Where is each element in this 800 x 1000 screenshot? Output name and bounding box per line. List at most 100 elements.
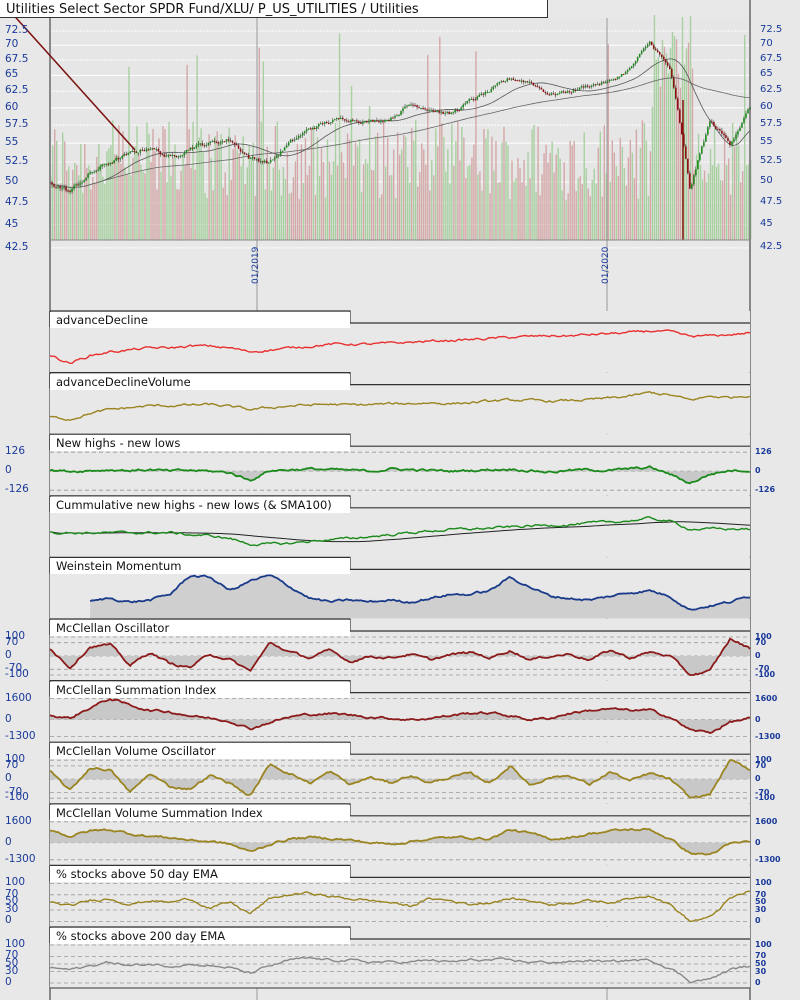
volume-bar bbox=[394, 197, 397, 240]
volume-bar bbox=[216, 131, 218, 240]
volume-bar bbox=[483, 129, 485, 240]
price-axis-label-left: 47.5 bbox=[5, 195, 29, 208]
volume-bar bbox=[116, 154, 118, 240]
volume-bar bbox=[132, 157, 134, 240]
candle-body bbox=[697, 160, 699, 170]
volume-bar bbox=[637, 198, 640, 240]
candle-body bbox=[95, 170, 97, 172]
newHighsNewLows-axis-left: 0 bbox=[5, 464, 12, 477]
candle-body bbox=[241, 151, 244, 153]
candle-body bbox=[442, 111, 444, 114]
volume-bar bbox=[463, 137, 465, 240]
volume-bar bbox=[465, 178, 467, 240]
volume-bar bbox=[423, 149, 425, 240]
candle-body bbox=[496, 83, 499, 86]
candle-body bbox=[67, 190, 69, 192]
volume-bar bbox=[661, 39, 664, 240]
volume-bar bbox=[330, 174, 333, 240]
candle-body bbox=[638, 53, 641, 58]
volume-bar bbox=[509, 199, 511, 240]
volume-bar bbox=[356, 146, 359, 240]
volume-bar bbox=[535, 191, 537, 240]
candle-body bbox=[309, 128, 312, 130]
volume-bar bbox=[286, 152, 289, 240]
volume-bar bbox=[609, 181, 611, 240]
candle-body bbox=[516, 80, 519, 82]
candle-body bbox=[89, 172, 91, 174]
volume-bar bbox=[741, 171, 744, 240]
candle-body bbox=[717, 128, 719, 130]
volume-bar bbox=[332, 161, 335, 240]
volume-bar bbox=[382, 121, 385, 240]
volume-bar bbox=[617, 175, 620, 240]
mcclellanOscillator-axis-right: 70 bbox=[755, 637, 767, 647]
candle-body bbox=[330, 122, 332, 124]
volume-bar bbox=[547, 162, 549, 240]
candle-body bbox=[315, 126, 318, 129]
candle-body bbox=[247, 154, 250, 159]
volume-bar bbox=[232, 149, 234, 240]
candle-body bbox=[418, 107, 420, 109]
volume-bar bbox=[711, 165, 714, 240]
price-axis-label-right: 65 bbox=[760, 68, 773, 80]
volume-bar bbox=[503, 126, 505, 240]
candle-body bbox=[297, 135, 300, 138]
volume-bar bbox=[513, 181, 515, 240]
volume-bar bbox=[703, 170, 706, 240]
volume-bar bbox=[84, 144, 86, 240]
candle-body bbox=[723, 133, 725, 136]
candle-body bbox=[119, 158, 122, 160]
newHighsNewLows-axis-right: 126 bbox=[755, 447, 772, 457]
volume-bar bbox=[172, 158, 174, 240]
pctAbove200EMA-axis-left: 30 bbox=[5, 964, 19, 977]
mcclellanOscillator-axis-right: 0 bbox=[755, 651, 761, 660]
price-axis-label-right: 42.5 bbox=[760, 240, 783, 252]
volume-bar bbox=[561, 190, 563, 240]
candle-body bbox=[689, 173, 691, 189]
candle-body bbox=[676, 98, 679, 110]
mcclellanSummationIndex-label: McClellan Summation Index bbox=[50, 681, 350, 698]
candle-body bbox=[321, 123, 324, 125]
candle-body bbox=[105, 163, 107, 165]
candle-body bbox=[271, 159, 274, 161]
candle-body bbox=[173, 154, 176, 156]
volume-bar bbox=[699, 164, 702, 240]
candle-body bbox=[133, 150, 136, 152]
candle-body bbox=[368, 120, 370, 123]
volume-bar bbox=[238, 153, 240, 240]
candle-body bbox=[117, 157, 119, 160]
candle-body bbox=[307, 128, 310, 130]
candle-body bbox=[295, 137, 298, 140]
volume-bar bbox=[715, 166, 718, 240]
candle-body bbox=[317, 124, 320, 127]
candle-body bbox=[398, 114, 400, 116]
candle-body bbox=[612, 78, 615, 80]
volume-bar bbox=[735, 131, 738, 240]
candle-body bbox=[458, 110, 460, 112]
volume-bar bbox=[493, 170, 495, 240]
volume-bar bbox=[212, 190, 214, 240]
candle-body bbox=[123, 153, 126, 156]
candle-body bbox=[163, 154, 166, 157]
volume-bar bbox=[697, 133, 700, 240]
volume-bar bbox=[413, 140, 415, 240]
volume-bar bbox=[555, 154, 557, 240]
volume-bar bbox=[691, 68, 694, 240]
volume-bar bbox=[82, 192, 84, 240]
volume-bar bbox=[134, 146, 136, 240]
volume-bar bbox=[613, 152, 616, 240]
mcclellanVolumeSummationIndex-label: McClellan Volume Summation Index bbox=[50, 804, 350, 821]
volume-bar bbox=[166, 181, 168, 240]
candle-body bbox=[406, 105, 408, 107]
candle-body bbox=[143, 150, 146, 152]
volume-bar bbox=[386, 137, 389, 240]
candle-body bbox=[342, 117, 344, 120]
volume-bar bbox=[390, 174, 393, 240]
candle-body bbox=[634, 60, 637, 64]
volume-bar bbox=[635, 129, 638, 240]
volume-bar bbox=[621, 147, 624, 240]
volume-bar bbox=[675, 39, 678, 240]
volume-bar bbox=[417, 186, 419, 240]
volume-bar bbox=[645, 140, 648, 240]
volume-bar bbox=[571, 145, 573, 240]
